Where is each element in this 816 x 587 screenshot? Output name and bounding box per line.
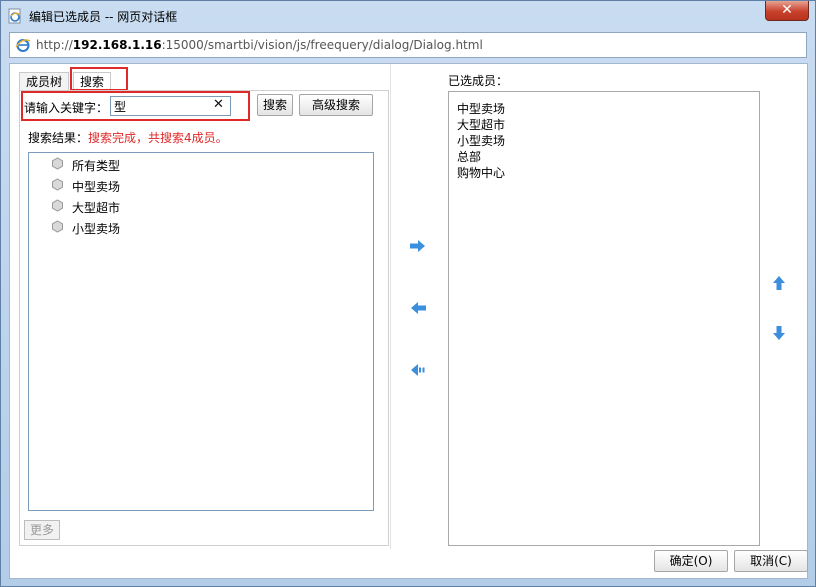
ok-button[interactable]: 确定(O) (654, 550, 728, 572)
selected-members-label: 已选成员： (448, 74, 509, 88)
url-host: 192.168.1.16 (72, 38, 162, 52)
url-path: :15000/smartbi/vision/js/freequery/dialo… (161, 38, 483, 52)
result-status: 搜索完成，共搜索4成员。 (88, 131, 228, 145)
arrow-right-icon[interactable] (409, 239, 427, 253)
tree-node-label: 大型超市 (72, 201, 121, 215)
node-hexagon-icon (52, 157, 63, 170)
more-button[interactable]: 更多 (24, 520, 60, 540)
close-button[interactable]: ✕ (765, 1, 809, 21)
window-title: 编辑已选成员 -- 网页对话框 (29, 10, 178, 24)
selected-members-list: 中型卖场 大型超市 小型卖场 总部 购物中心 (448, 91, 760, 546)
result-line: 搜索结果：搜索完成，共搜索4成员。 (28, 129, 228, 146)
highlight-box-keyword (21, 91, 250, 121)
highlight-box-tab (70, 67, 128, 91)
tree-node-label: 中型卖场 (72, 180, 121, 194)
tree-node-label: 小型卖场 (72, 222, 121, 236)
node-hexagon-icon (52, 199, 63, 212)
node-hexagon-icon (52, 220, 63, 233)
address-bar: http://192.168.1.16:15000/smartbi/vision… (9, 32, 807, 58)
tab-member-tree[interactable]: 成员树 (19, 72, 70, 91)
search-button[interactable]: 搜索 (257, 94, 293, 116)
result-list: 所有类型 中型卖场 大型超市 小型卖场 (28, 152, 374, 511)
list-item[interactable]: 购物中心 (457, 164, 505, 181)
result-label: 搜索结果： (28, 131, 89, 145)
tree-node-label: 所有类型 (72, 159, 121, 173)
title-bar: 编辑已选成员 -- 网页对话框 ✕ (1, 1, 815, 31)
search-panel: 请输入关键字： 型 ✕ 搜索 高级搜索 搜索结果：搜索完成，共搜索4成员。 所有… (19, 90, 389, 546)
ie-logo-icon (15, 39, 31, 52)
url-prefix: http:// (36, 38, 73, 52)
list-item[interactable]: 总部 (457, 148, 481, 165)
arrow-left-icon[interactable] (409, 301, 427, 315)
ie-page-icon (8, 8, 21, 24)
list-item[interactable]: 中型卖场 (457, 100, 505, 117)
url-text: http://192.168.1.16:15000/smartbi/vision… (36, 38, 483, 52)
list-item[interactable]: 小型卖场 (457, 132, 505, 149)
cancel-button[interactable]: 取消(C) (734, 550, 808, 572)
move-up-icon[interactable] (772, 275, 786, 291)
left-panel: 成员树 搜索 请输入关键字： 型 ✕ 搜索 高级搜索 搜索结果：搜索完成，共搜索… (19, 67, 389, 549)
arrow-left-all-icon[interactable] (409, 363, 427, 377)
advanced-search-button[interactable]: 高级搜索 (299, 94, 373, 116)
dialog-window: 编辑已选成员 -- 网页对话框 ✕ http://192.168.1.16:15… (0, 0, 816, 587)
node-hexagon-icon (52, 178, 63, 191)
panel-divider (390, 64, 391, 549)
dialog-content: 成员树 搜索 请输入关键字： 型 ✕ 搜索 高级搜索 搜索结果：搜索完成，共搜索… (9, 63, 808, 579)
move-down-icon[interactable] (772, 325, 786, 341)
list-item[interactable]: 大型超市 (457, 116, 505, 133)
